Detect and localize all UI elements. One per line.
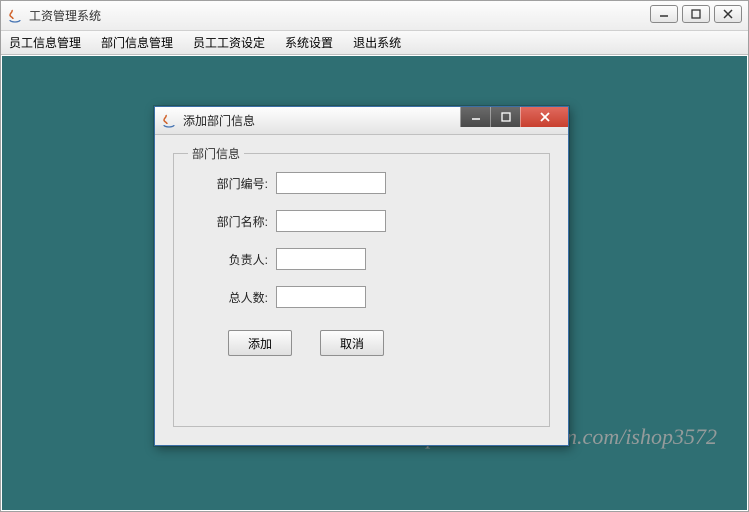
dept-name-label: 部门名称: [198,213,268,230]
menubar: 员工信息管理 部门信息管理 员工工资设定 系统设置 退出系统 [1,31,748,55]
dept-info-fieldset: 部门信息 部门编号: 部门名称: 负责人: 总人数: [173,153,550,427]
headcount-label: 总人数: [198,289,268,306]
form-row: 总人数: [198,286,525,308]
java-icon [7,8,23,24]
dialog-titlebar: 添加部门信息 [155,107,568,135]
fieldset-legend: 部门信息 [188,145,244,162]
cancel-button[interactable]: 取消 [320,330,384,356]
main-window: 工资管理系统 员工信息管理 部门信息管理 员工工资设定 系统设置 退出系统 统 … [0,0,749,512]
headcount-input[interactable] [276,286,366,308]
content-area: 统 https://www.huzhan.com/ishop3572 添加部门信… [2,56,747,510]
dialog-close-button[interactable] [520,107,568,127]
main-window-buttons [650,5,742,23]
dialog-window-buttons [460,107,568,129]
main-title: 工资管理系统 [29,7,101,24]
form-row: 部门编号: [198,172,525,194]
close-button[interactable] [714,5,742,23]
form-row: 部门名称: [198,210,525,232]
dialog-title: 添加部门信息 [183,112,255,129]
menu-exit[interactable]: 退出系统 [353,34,401,51]
manager-input[interactable] [276,248,366,270]
add-dept-dialog: 添加部门信息 部门信息 部门编号: 部门名称: [154,106,569,446]
button-row: 添加 取消 [228,330,525,356]
java-icon [161,113,177,129]
form-row: 负责人: [198,248,525,270]
dept-no-label: 部门编号: [198,175,268,192]
menu-system-setting[interactable]: 系统设置 [285,34,333,51]
dept-no-input[interactable] [276,172,386,194]
maximize-button[interactable] [682,5,710,23]
dialog-minimize-button[interactable] [460,107,490,127]
dialog-body: 部门信息 部门编号: 部门名称: 负责人: 总人数: [155,135,568,445]
add-button[interactable]: 添加 [228,330,292,356]
dept-name-input[interactable] [276,210,386,232]
menu-salary-setting[interactable]: 员工工资设定 [193,34,265,51]
manager-label: 负责人: [198,251,268,268]
minimize-button[interactable] [650,5,678,23]
menu-dept-info[interactable]: 部门信息管理 [101,34,173,51]
main-titlebar: 工资管理系统 [1,1,748,31]
menu-employee-info[interactable]: 员工信息管理 [9,34,81,51]
dialog-maximize-button[interactable] [490,107,520,127]
